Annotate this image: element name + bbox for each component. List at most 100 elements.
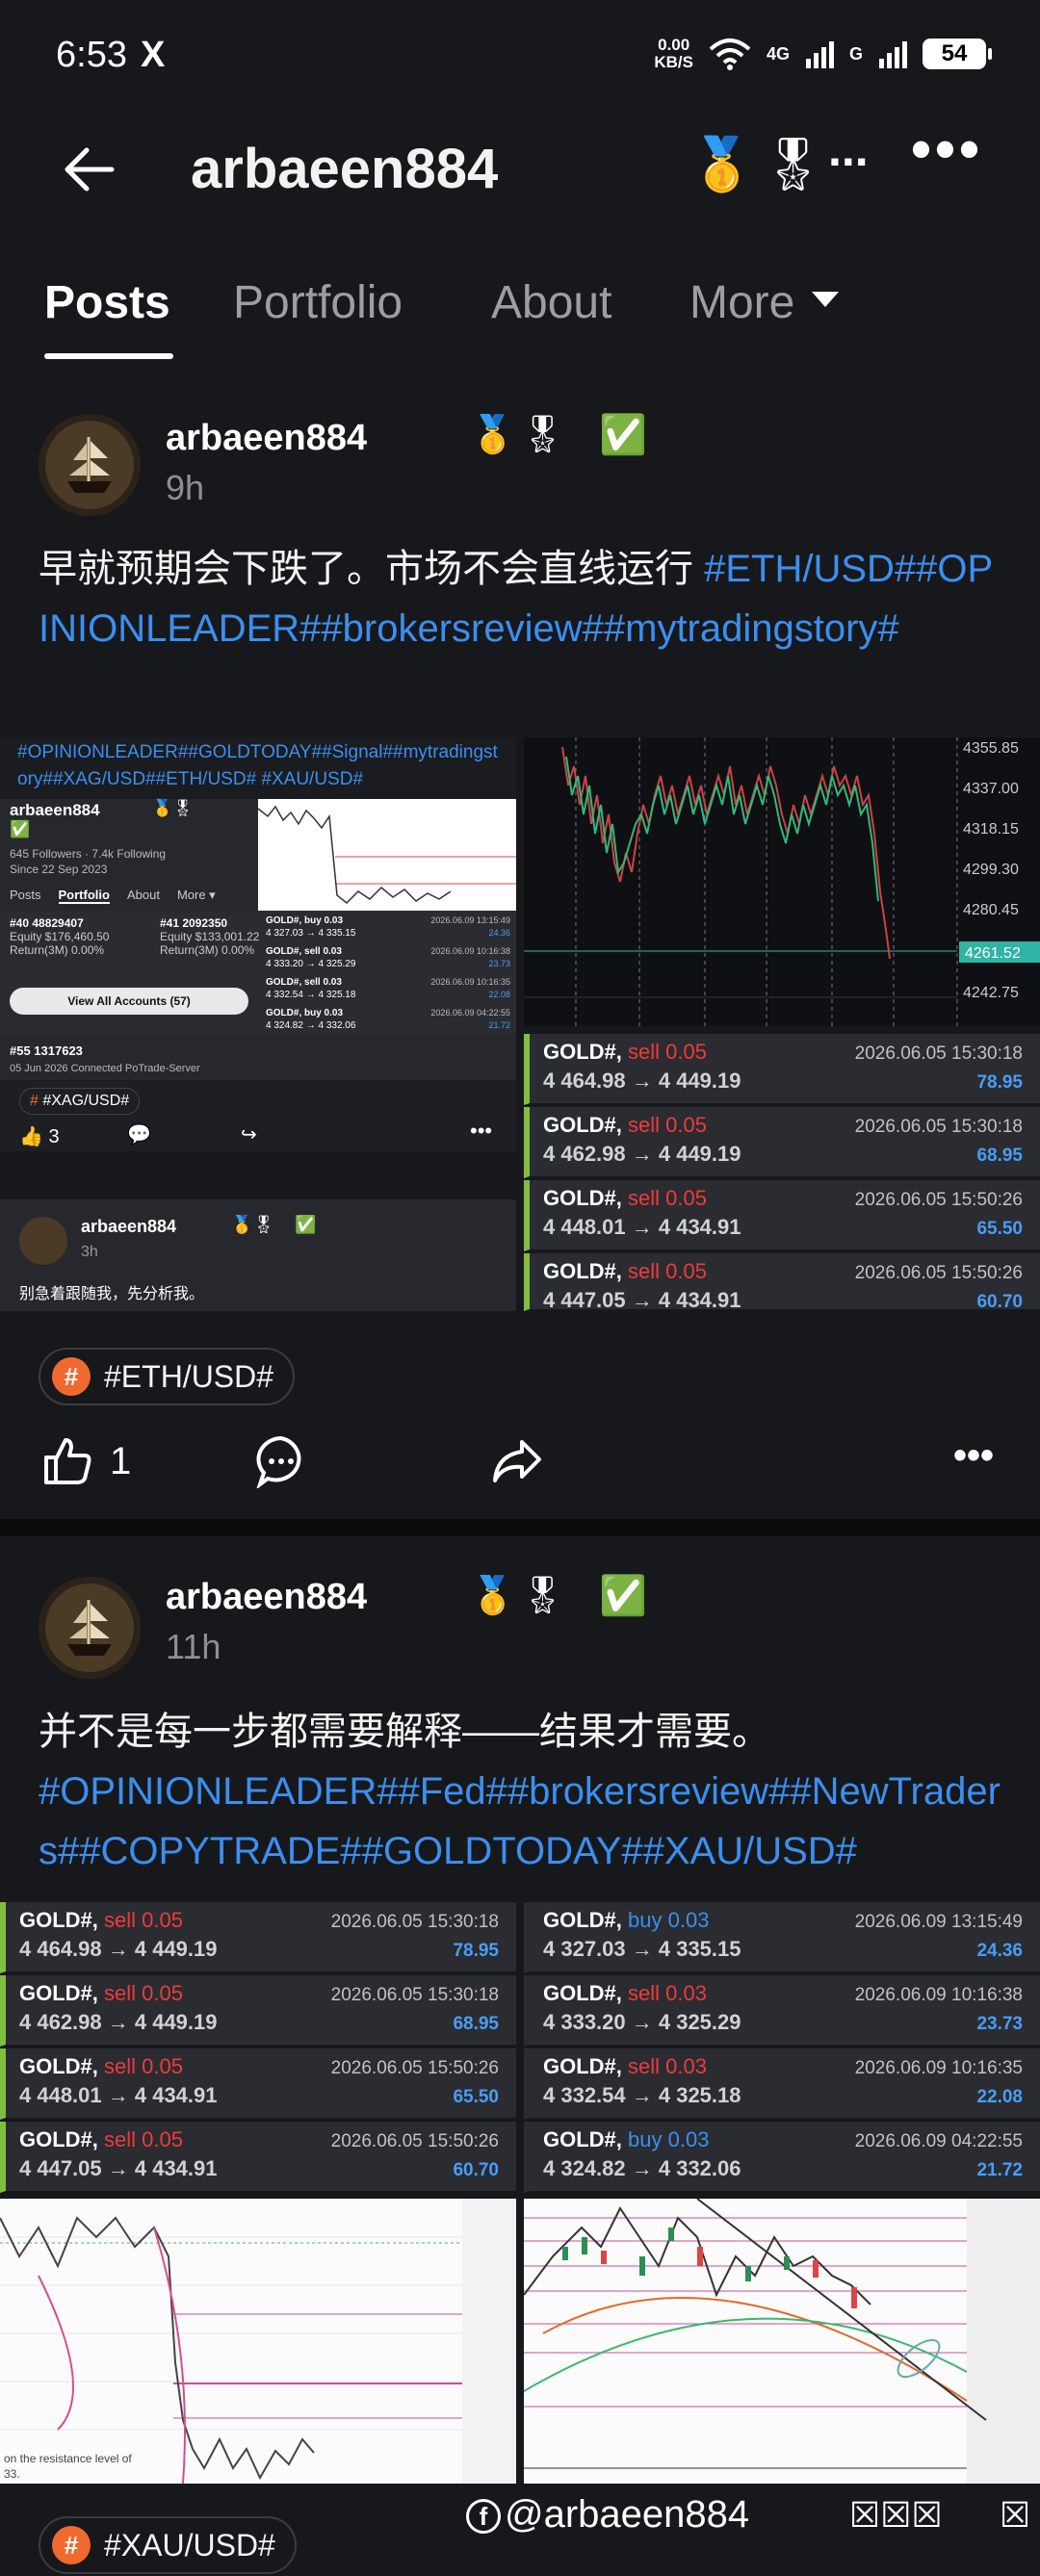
comment-icon: [256, 1435, 301, 1488]
post-hashtags[interactable]: #OPINIONLEADER##Fed##brokersreview##NewT…: [39, 1770, 1001, 1872]
trade-row: GOLD#, sell 0.05 4 448.01 → 4 434.91 202…: [0, 2048, 516, 2120]
embed-profile: arbaeen884 🥇🎖 ✅ 645 Followers · 7.4k Fol…: [0, 799, 258, 911]
post-time: 9h: [166, 468, 205, 507]
embed-account-3: #55 1317623: [10, 1043, 83, 1058]
view-all-accounts-button: View All Accounts (57): [10, 988, 248, 1015]
share-button[interactable]: [489, 1434, 543, 1488]
tab-portfolio[interactable]: Portfolio: [233, 276, 403, 329]
mini-trade-meta: 2026.06.09 13:15:49 24.36: [430, 915, 510, 938]
account-card: #40 48829407 Equity $176,460.50 Return(3…: [10, 916, 110, 957]
clock: 6:53: [56, 35, 127, 75]
medal-badges: 🥇🎖: [689, 136, 832, 193]
trade-list[interactable]: GOLD#, sell 0.05 4 464.98 → 4 449.19 202…: [0, 1902, 516, 2193]
like-button[interactable]: 1: [40, 1434, 131, 1488]
active-tab-indicator: [44, 353, 173, 359]
embed-tabs: Posts Portfolio About More ▾: [10, 888, 216, 904]
avatar[interactable]: [39, 1577, 141, 1679]
medal-badges: 🥇🎖: [470, 415, 570, 455]
post-author[interactable]: arbaeen884: [166, 1577, 367, 1618]
mini-trade: GOLD#, sell 0.03 4 333.20 → 4 325.29: [266, 946, 356, 969]
current-price: 4261.52: [965, 945, 1021, 962]
ship-avatar-icon: [39, 1577, 141, 1679]
profile-tabs: Posts Portfolio About More: [0, 265, 1040, 361]
signal-4g-label: 4G: [766, 43, 790, 64]
signal-g-label: G: [848, 43, 863, 64]
facebook-icon: f: [466, 2499, 501, 2535]
post-actions: 1 •••: [0, 1434, 1040, 1502]
embed-since: Since 22 Sep 2023: [10, 863, 108, 876]
embed-hashtags: #OPINIONLEADER##GOLDTODAY##Signal##mytra…: [0, 737, 516, 799]
embed-verified-icon: ✅: [10, 820, 31, 838]
hashtag-label: #XAU/USD#: [104, 2527, 275, 2563]
trade-row: GOLD#, sell 0.05 4 448.01 → 4 434.91 202…: [524, 1180, 1040, 1251]
axis-tick: 4242.75: [963, 985, 1019, 1001]
trade-row: GOLD#, sell 0.05 4 462.98 → 4 449.19 202…: [524, 1107, 1040, 1178]
post-card: arbaeen884 🥇🎖 ✅ 11h 并不是每一步都需要解释——结果才需要。 …: [0, 1536, 1040, 2576]
post-text: 早就预期会下跌了。市场不会直线运行 #ETH/USD##OPINIONLEADE…: [39, 539, 1001, 658]
embed-post-footer: # #XAG/USD# 👍 3 💬 ↪ •••: [0, 1080, 516, 1151]
comment-verified-icon: ✅: [295, 1215, 317, 1234]
post-body: 早就预期会下跌了。市场不会直线运行: [39, 548, 705, 590]
embed-account-3-sub: 05 Jun 2026 Connected PoTrade-Server: [10, 1063, 200, 1074]
price-chart-analysis[interactable]: [524, 2199, 1040, 2484]
embed-followers: 645 Followers · 7.4k Following: [10, 847, 167, 861]
trade-row: GOLD#, sell 0.05 4 464.98 → 4 449.19 202…: [524, 1034, 1040, 1105]
more-badges-ellipsis: ...: [828, 122, 869, 176]
trade-row: GOLD#, sell 0.05 4 447.05 → 4 434.91 202…: [0, 2122, 516, 2193]
page-title: arbaeen884: [191, 138, 499, 200]
chevron-down-icon: [812, 292, 840, 308]
trade-row: GOLD#, sell 0.03 4 332.54 → 4 325.18 202…: [524, 2048, 1040, 2120]
verified-icon: ✅: [599, 414, 647, 456]
post-author[interactable]: arbaeen884: [166, 418, 367, 459]
mini-trade: GOLD#, buy 0.03 4 327.03 → 4 335.15: [266, 915, 356, 939]
share-icon: [493, 1440, 541, 1482]
mini-trade-meta: 2026.06.09 04:22:55 21.72: [430, 1008, 510, 1030]
account-card: #41 2092350 Equity $133,001.22 Return(3M…: [160, 916, 260, 957]
axis-tick: 4318.15: [963, 821, 1019, 837]
trade-row: GOLD#, sell 0.05 4 462.98 → 4 449.19 202…: [0, 1975, 516, 2047]
trade-row: GOLD#, buy 0.03 4 327.03 → 4 335.15 2026…: [524, 1902, 1040, 1973]
embedded-screenshot[interactable]: #OPINIONLEADER##GOLDTODAY##Signal##mytra…: [0, 737, 516, 1151]
embed-mini-trades: GOLD#, buy 0.03 4 327.03 → 4 335.15 2026.…: [260, 911, 516, 1036]
tab-about[interactable]: About: [491, 276, 611, 329]
comment-avatar: [19, 1217, 67, 1265]
tab-more-label: More: [689, 277, 795, 328]
post-more-icon[interactable]: •••: [953, 1434, 994, 1478]
embed-like: 👍 3: [19, 1126, 60, 1147]
comment-time: 3h: [81, 1244, 98, 1260]
price-chart-light[interactable]: on the resistance level of 33.: [0, 2199, 516, 2484]
comment-button[interactable]: [254, 1434, 308, 1488]
trade-list[interactable]: GOLD#, buy 0.03 4 327.03 → 4 335.15 2026…: [524, 1902, 1040, 2193]
like-count: 1: [110, 1439, 132, 1482]
signal-bars-icon-2: [879, 41, 907, 68]
overflow-menu-icon[interactable]: •••: [911, 116, 983, 182]
embed-profile-name: arbaeen884: [10, 801, 100, 819]
embed-hashtag-chip: # #XAG/USD#: [19, 1088, 141, 1115]
post-body: 并不是每一步都需要解释——结果才需要。: [39, 1711, 770, 1753]
trade-row: GOLD#, sell 0.03 4 333.20 → 4 325.29 202…: [524, 1975, 1040, 2047]
hashtag-icon: #: [52, 2526, 91, 2564]
tab-more[interactable]: More: [689, 276, 840, 329]
avatar[interactable]: [39, 414, 141, 516]
watermark-glyph: ☒: [1000, 2495, 1031, 2535]
network-speed: 0.00 KB/S: [654, 36, 693, 71]
embed-mini-chart: [258, 799, 516, 911]
post-time: 11h: [166, 1627, 221, 1666]
post-text: 并不是每一步都需要解释——结果才需要。 #OPINIONLEADER##Fed#…: [39, 1702, 1001, 1881]
x-app-icon: X: [141, 35, 166, 75]
tab-posts[interactable]: Posts: [44, 276, 170, 329]
embed-share-icon: ↪: [241, 1124, 257, 1146]
hashtag-chip[interactable]: # #ETH/USD#: [39, 1348, 296, 1405]
watermark-glyphs: ☒☒☒: [849, 2495, 943, 2535]
hashtag-chip[interactable]: # #XAU/USD#: [39, 2516, 297, 2574]
embed-accounts: #40 48829407 Equity $176,460.50 Return(3…: [0, 911, 516, 1036]
embed-comment-icon: 💬: [127, 1124, 151, 1146]
comment-text: 别急着跟随我，先分析我。: [19, 1286, 205, 1302]
mini-trade: GOLD#, sell 0.03 4 332.54 → 4 325.18: [266, 977, 356, 1000]
candlestick-chart[interactable]: 4355.85 4337.00 4318.15 4299.30 4280.45 …: [524, 737, 1040, 1026]
mini-trade: GOLD#, buy 0.03 4 324.82 → 4 332.06: [266, 1008, 356, 1031]
watermark-handle: @arbaeen884: [505, 2493, 750, 2536]
profile-header: arbaeen884 🥇🎖 ... •••: [0, 114, 1040, 221]
back-arrow-icon[interactable]: [60, 141, 117, 198]
verified-icon: ✅: [599, 1575, 647, 1617]
